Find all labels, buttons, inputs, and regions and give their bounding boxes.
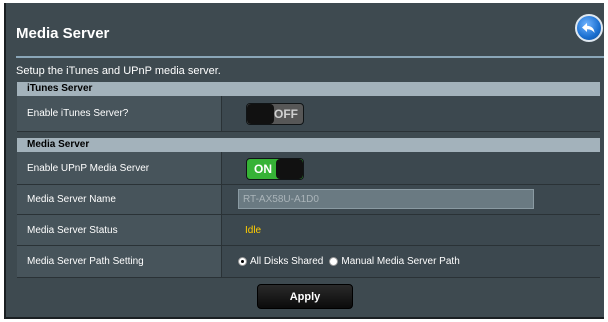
page-title: Media Server — [16, 25, 110, 42]
apply-button[interactable]: Apply — [257, 284, 353, 309]
media-server-status-value: Idle — [245, 224, 262, 236]
media-server-name-label: Media Server Name — [17, 185, 222, 214]
toggle-knob — [247, 104, 274, 124]
toggle-state-label: OFF — [274, 107, 298, 121]
itunes-enable-toggle[interactable]: OFF — [246, 103, 304, 125]
media-server-name-row: Media Server Name — [17, 185, 600, 215]
back-button[interactable] — [575, 14, 603, 42]
itunes-enable-label: Enable iTunes Server? — [17, 96, 222, 131]
itunes-enable-row: Enable iTunes Server? OFF — [17, 96, 600, 132]
media-server-status-row: Media Server Status Idle — [17, 215, 600, 246]
toggle-state-label: ON — [254, 162, 272, 176]
media-server-panel: Media Server Setup the iTunes and UPnP m… — [4, 3, 604, 319]
media-server-status-label: Media Server Status — [17, 215, 222, 245]
itunes-section-header: iTunes Server — [17, 82, 600, 96]
manual-path-radio[interactable] — [329, 257, 339, 266]
all-disks-shared-label[interactable]: All Disks Shared — [250, 256, 323, 267]
media-server-path-row: Media Server Path Setting All Disks Shar… — [17, 246, 600, 278]
upnp-enable-label: Enable UPnP Media Server — [17, 152, 222, 184]
media-section-header: Media Server — [17, 138, 600, 152]
upnp-enable-toggle[interactable]: ON — [246, 158, 304, 180]
title-divider — [16, 56, 604, 58]
path-setting-radio-group: All Disks Shared Manual Media Server Pat… — [238, 246, 466, 277]
back-arrow-icon — [582, 23, 595, 33]
media-server-path-label: Media Server Path Setting — [17, 246, 222, 277]
page-description: Setup the iTunes and UPnP media server. — [16, 65, 221, 77]
manual-path-label[interactable]: Manual Media Server Path — [341, 256, 459, 267]
media-server-name-input[interactable] — [238, 189, 534, 209]
upnp-enable-row: Enable UPnP Media Server ON — [17, 152, 600, 185]
toggle-knob — [276, 159, 303, 179]
all-disks-shared-radio[interactable] — [238, 257, 247, 266]
